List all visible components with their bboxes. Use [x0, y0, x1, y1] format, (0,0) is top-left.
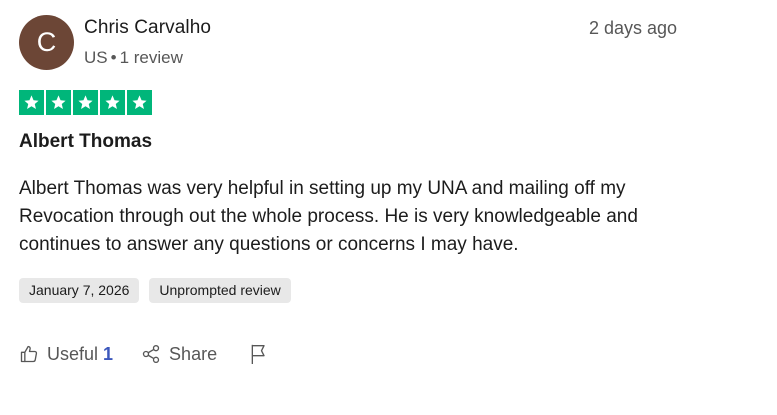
review-actions: Useful 1 Share: [19, 340, 269, 368]
thumbs-up-icon: [19, 344, 39, 364]
share-icon: [141, 344, 161, 364]
star-icon: [19, 90, 44, 115]
share-button[interactable]: Share: [141, 344, 217, 365]
reviewer-country: US: [84, 48, 108, 67]
useful-count: 1: [103, 343, 114, 364]
star-icon: [73, 90, 98, 115]
review-card: C Chris Carvalho US • 1 review 2 days ago …: [0, 0, 777, 415]
review-body: Albert Thomas was very helpful in settin…: [19, 178, 638, 255]
review-title[interactable]: Albert Thomas: [19, 131, 152, 153]
star-icon: [46, 90, 71, 115]
useful-label: Useful: [47, 343, 99, 364]
review-tags: January 7, 2026 Unprompted review: [19, 278, 291, 303]
review-date-tag: January 7, 2026: [19, 278, 140, 303]
report-button[interactable]: [249, 343, 269, 365]
star-icon: [100, 90, 125, 115]
star-icon: [127, 90, 152, 115]
meta-separator: •: [110, 48, 117, 67]
reviewer-review-count: 1 review: [119, 48, 183, 67]
share-label: Share: [169, 343, 218, 364]
flag-icon: [249, 343, 269, 365]
reviewer-meta: US • 1 review: [84, 48, 183, 68]
avatar[interactable]: C: [19, 15, 74, 70]
reviewer-name[interactable]: Chris Carvalho: [84, 17, 211, 39]
unprompted-review-tag[interactable]: Unprompted review: [149, 278, 291, 303]
star-rating: [19, 90, 152, 115]
useful-button[interactable]: Useful 1: [19, 344, 113, 365]
avatar-initial: C: [36, 27, 57, 57]
review-time-ago: 2 days ago: [589, 18, 678, 38]
